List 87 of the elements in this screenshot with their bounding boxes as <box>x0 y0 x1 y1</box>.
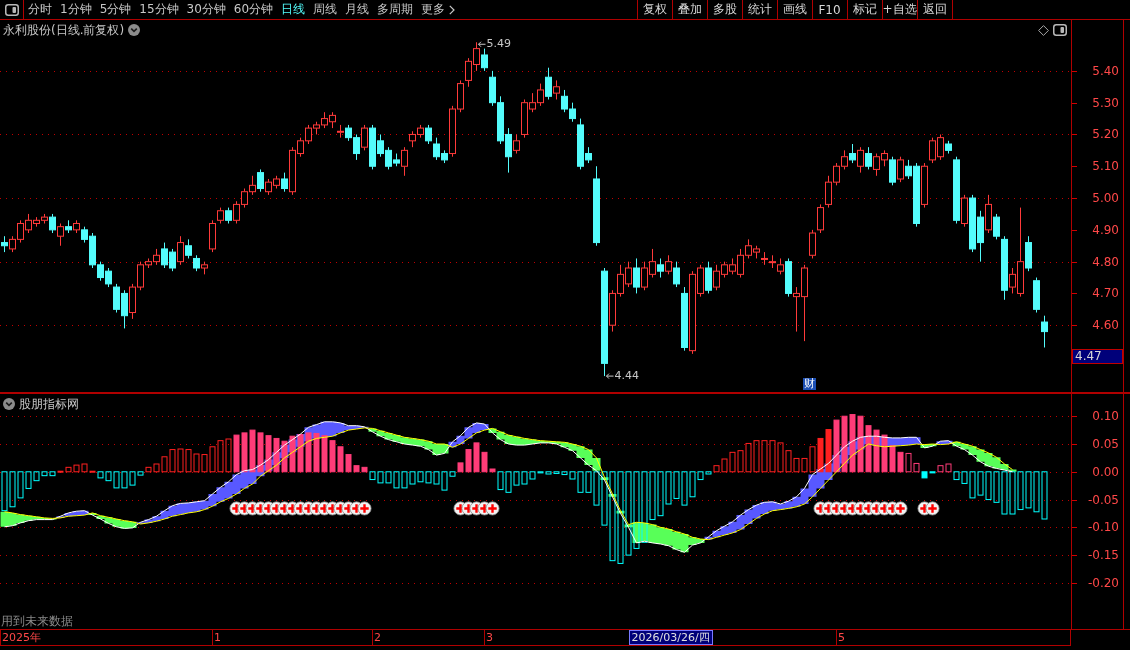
finance-badge: 财 <box>802 378 816 390</box>
candlestick <box>985 194 992 234</box>
date-label: 5 <box>836 630 845 645</box>
candlestick <box>257 168 264 193</box>
candlestick <box>825 175 832 209</box>
cursor-price-label: 4.47 <box>1072 349 1123 364</box>
candlestick <box>1017 207 1024 298</box>
candlestick <box>649 248 656 279</box>
high-price-label: 5.49 <box>486 38 511 51</box>
candlestick <box>145 257 152 269</box>
candlestick <box>249 175 256 196</box>
candlestick <box>617 264 624 298</box>
candlestick <box>689 270 696 355</box>
candlestick <box>57 222 64 247</box>
candlestick <box>25 213 32 234</box>
price-axis-label: 4.90 <box>1092 223 1119 237</box>
candlestick <box>153 248 160 266</box>
candlestick <box>377 133 384 158</box>
price-axis-label: 5.00 <box>1092 191 1119 205</box>
candlestick <box>513 133 520 155</box>
price-axis-label: 5.10 <box>1092 159 1119 173</box>
candlestick <box>121 289 128 329</box>
candlestick <box>785 257 792 298</box>
candlestick <box>913 162 920 228</box>
candlestick <box>401 146 408 177</box>
indicator-title: 股朋指标网 <box>19 397 79 411</box>
cursor-date-label: 2026/03/26/四 <box>628 630 713 645</box>
candlestick <box>73 219 80 234</box>
diamond-icon[interactable] <box>1038 24 1049 36</box>
candlestick <box>465 57 472 88</box>
date-label: 2 <box>372 630 381 645</box>
indicator-axis-label: -0.15 <box>1087 548 1119 562</box>
candlestick <box>17 219 24 244</box>
candlestick <box>761 251 768 266</box>
candlestick <box>769 254 776 269</box>
candlestick <box>89 232 96 269</box>
candlestick <box>905 159 912 180</box>
chevron-down-icon[interactable] <box>128 24 141 36</box>
candlestick <box>65 219 72 234</box>
candlestick <box>289 146 296 196</box>
candlestick <box>937 133 944 161</box>
candlestick <box>921 162 928 209</box>
candlestick <box>737 248 744 279</box>
candlestick <box>857 146 864 174</box>
candlestick <box>1 235 8 253</box>
candlestick <box>337 124 344 139</box>
price-axis-label: 4.80 <box>1092 255 1119 269</box>
candlestick <box>265 178 272 196</box>
candlestick <box>793 286 800 333</box>
candlestick <box>497 95 504 145</box>
candlestick <box>505 127 512 174</box>
price-axis-label: 5.20 <box>1092 127 1119 141</box>
indicator-axis-label: -0.10 <box>1087 520 1119 534</box>
price-axis-label: 5.40 <box>1092 64 1119 78</box>
candlestick <box>1001 235 1008 301</box>
candlestick <box>657 257 664 279</box>
price-axis-label: 5.30 <box>1092 96 1119 110</box>
future-data-note: 用到未来数据 <box>1 614 73 628</box>
low-price-label: 4.44 <box>614 370 639 383</box>
candlestick <box>409 130 416 148</box>
candlestick <box>329 111 336 129</box>
candlestick <box>521 98 528 139</box>
chevron-down-icon[interactable] <box>3 398 15 410</box>
indicator-axis-label: 0.00 <box>1092 465 1119 479</box>
candlestick <box>817 203 824 234</box>
indicator-axis-label: 0.05 <box>1092 437 1119 451</box>
candlestick <box>353 133 360 161</box>
candlestick <box>489 70 496 107</box>
date-label: 2025年 <box>0 630 41 645</box>
price-axis-label: 4.60 <box>1092 318 1119 332</box>
candlestick <box>33 216 40 228</box>
panel-icon <box>4 3 19 16</box>
panel-icon[interactable] <box>1053 24 1067 36</box>
price-axis-label: 4.70 <box>1092 286 1119 300</box>
indicator-axis-label: 0.10 <box>1092 409 1119 423</box>
toolbar-button[interactable]: +自选 <box>881 0 917 19</box>
candlestick <box>593 165 600 247</box>
date-label: 3 <box>484 630 493 645</box>
candlestick <box>473 41 480 72</box>
indicator-axis-label: -0.20 <box>1087 576 1119 590</box>
date-label: 1 <box>212 630 221 645</box>
candlestick <box>681 286 688 352</box>
candlestick <box>177 235 184 266</box>
stock-title: 永利股份(日线.前复权) <box>3 23 125 37</box>
chevron-right-icon <box>449 4 456 15</box>
indicator-axis-label: -0.05 <box>1087 493 1119 507</box>
candlestick <box>609 289 616 333</box>
